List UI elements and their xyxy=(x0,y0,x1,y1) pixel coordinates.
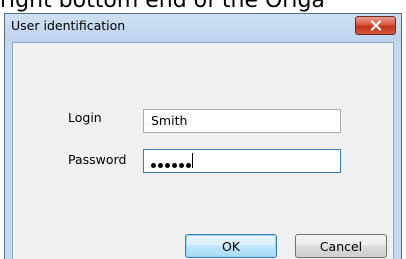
caption-text: right bottom end of the Origa xyxy=(0,0,325,13)
password-dot xyxy=(158,163,163,168)
text-caret xyxy=(192,153,193,168)
dialog-title: User identification xyxy=(11,18,126,33)
password-dot xyxy=(186,163,191,168)
close-button[interactable] xyxy=(355,16,396,35)
password-dot xyxy=(172,163,177,168)
ok-button-label: OK xyxy=(221,238,241,254)
login-value: Smith xyxy=(151,113,188,128)
password-mask xyxy=(151,158,191,174)
password-field[interactable] xyxy=(143,149,341,173)
password-dot xyxy=(165,163,170,168)
screen: right bottom end of the Origa User ident… xyxy=(0,0,406,259)
password-label: Password xyxy=(68,152,127,167)
cancel-button-label: Cancel xyxy=(319,238,363,254)
user-identification-dialog: User identification Login Smith Password… xyxy=(4,13,402,259)
cancel-button[interactable]: Cancel xyxy=(295,234,387,258)
title-bar[interactable]: User identification xyxy=(5,14,401,42)
dialog-body: Login Smith Password OK Cancel xyxy=(12,42,394,259)
login-field[interactable]: Smith xyxy=(143,109,341,133)
ok-button[interactable]: OK xyxy=(185,234,277,258)
login-label: Login xyxy=(68,110,102,125)
close-icon xyxy=(370,20,381,31)
password-dot xyxy=(179,163,184,168)
password-dot xyxy=(151,163,156,168)
